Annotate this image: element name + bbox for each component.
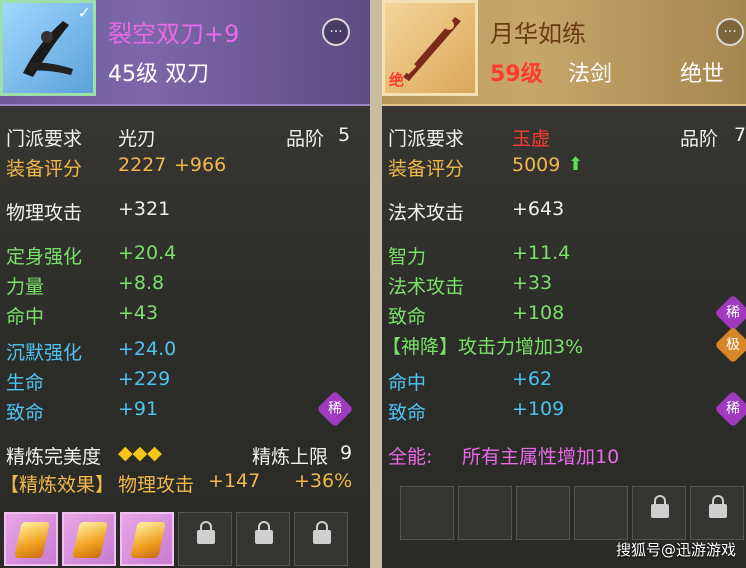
stat-label: 生命 — [6, 372, 45, 394]
gem-icon — [72, 522, 108, 558]
score-bonus: +966 — [174, 154, 227, 176]
extreme-badge-icon: 极 — [714, 326, 746, 364]
refine-effect-label: 【精炼效果】 — [0, 474, 115, 496]
gem-slot[interactable] — [4, 512, 58, 566]
stat-value: +43 — [118, 302, 159, 324]
refine-cap-value: 9 — [340, 442, 353, 464]
score-label: 装备评分 — [6, 158, 83, 180]
stat-value: +8.8 — [118, 272, 165, 294]
stat-value: +33 — [512, 272, 553, 294]
empty-slot[interactable] — [516, 486, 570, 540]
item-icon[interactable]: 绝 — [382, 0, 478, 96]
empty-slot[interactable] — [458, 486, 512, 540]
grade-label: 品阶 — [680, 128, 719, 150]
empty-slot[interactable] — [400, 486, 454, 540]
watermark: 搜狐号@迅游游戏 — [615, 541, 736, 559]
stat-label: 定身强化 — [6, 246, 83, 268]
rare-badge-icon: 稀 — [714, 390, 746, 428]
empty-slot[interactable] — [574, 486, 628, 540]
magic-attack-value: +643 — [512, 198, 565, 220]
locked-slot[interactable] — [178, 512, 232, 566]
sect-value: 玉虚 — [512, 128, 551, 150]
allround-value: 所有主属性增加10 — [462, 446, 620, 468]
locked-slot[interactable] — [690, 486, 744, 540]
score-value: 5009 — [512, 154, 561, 176]
item-header: ✓ 裂空双刀+9 45级 双刀 ··· — [0, 0, 370, 106]
item-header: 绝 月华如练 59级 法剑 绝世 ··· — [382, 0, 746, 106]
sect-label: 门派要求 — [6, 128, 83, 150]
more-options-button[interactable]: ··· — [322, 18, 350, 46]
phys-attack-value: +321 — [118, 198, 171, 220]
grade-value: 7 — [734, 124, 746, 146]
stat-label: 致命 — [388, 402, 427, 424]
more-options-button[interactable]: ··· — [716, 18, 744, 46]
item-icon[interactable]: ✓ — [0, 0, 96, 96]
locked-slot[interactable] — [632, 486, 686, 540]
gem-slot[interactable] — [120, 512, 174, 566]
item-tier: 绝世 — [680, 62, 725, 87]
refine-effect-value: +147 — [208, 470, 261, 492]
stat-label: 致命 — [6, 402, 45, 424]
phys-attack-label: 物理攻击 — [6, 202, 83, 224]
rare-badge-icon: 稀 — [316, 390, 354, 428]
item-name: 裂空双刀+9 — [108, 20, 240, 48]
stat-value: +229 — [118, 368, 171, 390]
lock-icon — [255, 521, 273, 544]
item-type: 法剑 — [568, 62, 613, 87]
up-arrow-icon: ⬆ — [568, 154, 584, 175]
check-icon: ✓ — [77, 3, 91, 22]
refine-stars: ◆◆◆ — [118, 442, 162, 464]
lock-icon — [197, 521, 215, 544]
refine-cap-label: 精炼上限 — [252, 446, 329, 468]
divider — [370, 0, 382, 568]
lock-icon — [651, 495, 669, 518]
stat-label: 沉默强化 — [6, 342, 83, 364]
stat-value: +62 — [512, 368, 553, 390]
gem-slot[interactable] — [62, 512, 116, 566]
gem-icon — [130, 522, 166, 558]
stat-label: 力量 — [6, 276, 45, 298]
stat-label: 致命 — [388, 306, 427, 328]
allround-label: 全能: — [388, 446, 433, 468]
refine-effect-pct: +36% — [294, 470, 353, 492]
grade-value: 5 — [338, 124, 351, 146]
stat-value: +108 — [512, 302, 565, 324]
item-tooltip-left: ✓ 裂空双刀+9 45级 双刀 ··· 门派要求 光刃 品阶 5 装备评分 22… — [0, 0, 370, 568]
rare-badge-icon: 稀 — [714, 294, 746, 332]
magic-attack-label: 法术攻击 — [388, 202, 465, 224]
stat-value: +24.0 — [118, 338, 177, 360]
item-tooltip-right: 绝 月华如练 59级 法剑 绝世 ··· 门派要求 玉虚 品阶 7 装备评分 5… — [382, 0, 746, 568]
tier-tag: 绝 — [389, 71, 405, 89]
refine-effect-stat: 物理攻击 — [118, 474, 195, 496]
stat-value: +11.4 — [512, 242, 571, 264]
lock-icon — [709, 495, 727, 518]
gem-icon — [14, 522, 50, 558]
sect-label: 门派要求 — [388, 128, 465, 150]
item-level-type: 45级 双刀 — [108, 62, 209, 87]
item-name: 月华如练 — [490, 20, 586, 48]
stat-label: 智力 — [388, 246, 427, 268]
locked-slot[interactable] — [236, 512, 290, 566]
refine-label: 精炼完美度 — [6, 446, 102, 468]
stat-value: +91 — [118, 398, 159, 420]
sect-value: 光刃 — [118, 128, 157, 150]
score-label: 装备评分 — [388, 158, 465, 180]
stat-label: 命中 — [6, 306, 45, 328]
stat-label: 命中 — [388, 372, 427, 394]
grade-label: 品阶 — [286, 128, 325, 150]
locked-slot[interactable] — [294, 512, 348, 566]
divine-effect: 【神降】攻击力增加3% — [382, 336, 584, 358]
stat-value: +109 — [512, 398, 565, 420]
lock-icon — [313, 521, 331, 544]
stat-label: 法术攻击 — [388, 276, 465, 298]
score-value: 2227 — [118, 154, 167, 176]
item-level: 59级 — [490, 62, 543, 87]
stat-value: +20.4 — [118, 242, 177, 264]
